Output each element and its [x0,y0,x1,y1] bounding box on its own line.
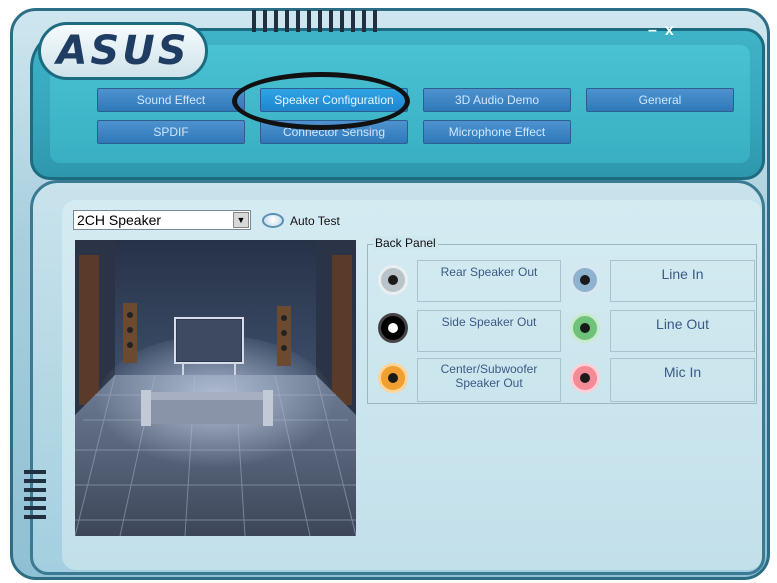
side-speaker-out-label: Side Speaker Out [417,310,561,352]
drag-handle[interactable] [252,10,377,32]
asus-logo: ASUS [38,22,208,80]
side-grip[interactable] [24,470,46,519]
side-speaker-jack-icon[interactable] [378,313,408,343]
auto-test-radio[interactable] [262,213,284,228]
line-in-jack-icon[interactable] [570,265,600,295]
tab-general[interactable]: General [586,88,734,112]
speaker-select-value: 2CH Speaker [77,212,162,228]
tab-microphone-effect[interactable]: Microphone Effect [423,120,571,144]
line-out-label: Line Out [610,310,755,352]
center-subwoofer-speaker-out-label: Center/Subwoofer Speaker Out [417,358,561,402]
center-subwoofer-jack-icon[interactable] [378,363,408,393]
logo-text: ASUS [56,28,190,74]
window-controls: –x [648,22,682,40]
rear-speaker-jack-icon[interactable] [378,265,408,295]
rear-speaker-out-label: Rear Speaker Out [417,260,561,302]
mic-in-label: Mic In [610,358,755,402]
mic-in-jack-icon[interactable] [570,363,600,393]
back-panel-title: Back Panel [373,236,438,250]
line-out-jack-icon[interactable] [570,313,600,343]
auto-test-option[interactable]: Auto Test [262,213,340,228]
tab-sound-effect[interactable]: Sound Effect [97,88,245,112]
auto-test-label: Auto Test [290,213,340,228]
close-icon[interactable]: x [665,22,682,39]
speaker-select[interactable]: 2CH Speaker ▼ [73,210,251,230]
highlight-oval [232,72,410,130]
chevron-down-icon[interactable]: ▼ [233,212,249,228]
tab-3d-audio-demo[interactable]: 3D Audio Demo [423,88,571,112]
tab-spdif[interactable]: SPDIF [97,120,245,144]
speaker-room-image [75,240,356,536]
line-in-label: Line In [610,260,755,302]
minimize-icon[interactable]: – [648,22,665,39]
